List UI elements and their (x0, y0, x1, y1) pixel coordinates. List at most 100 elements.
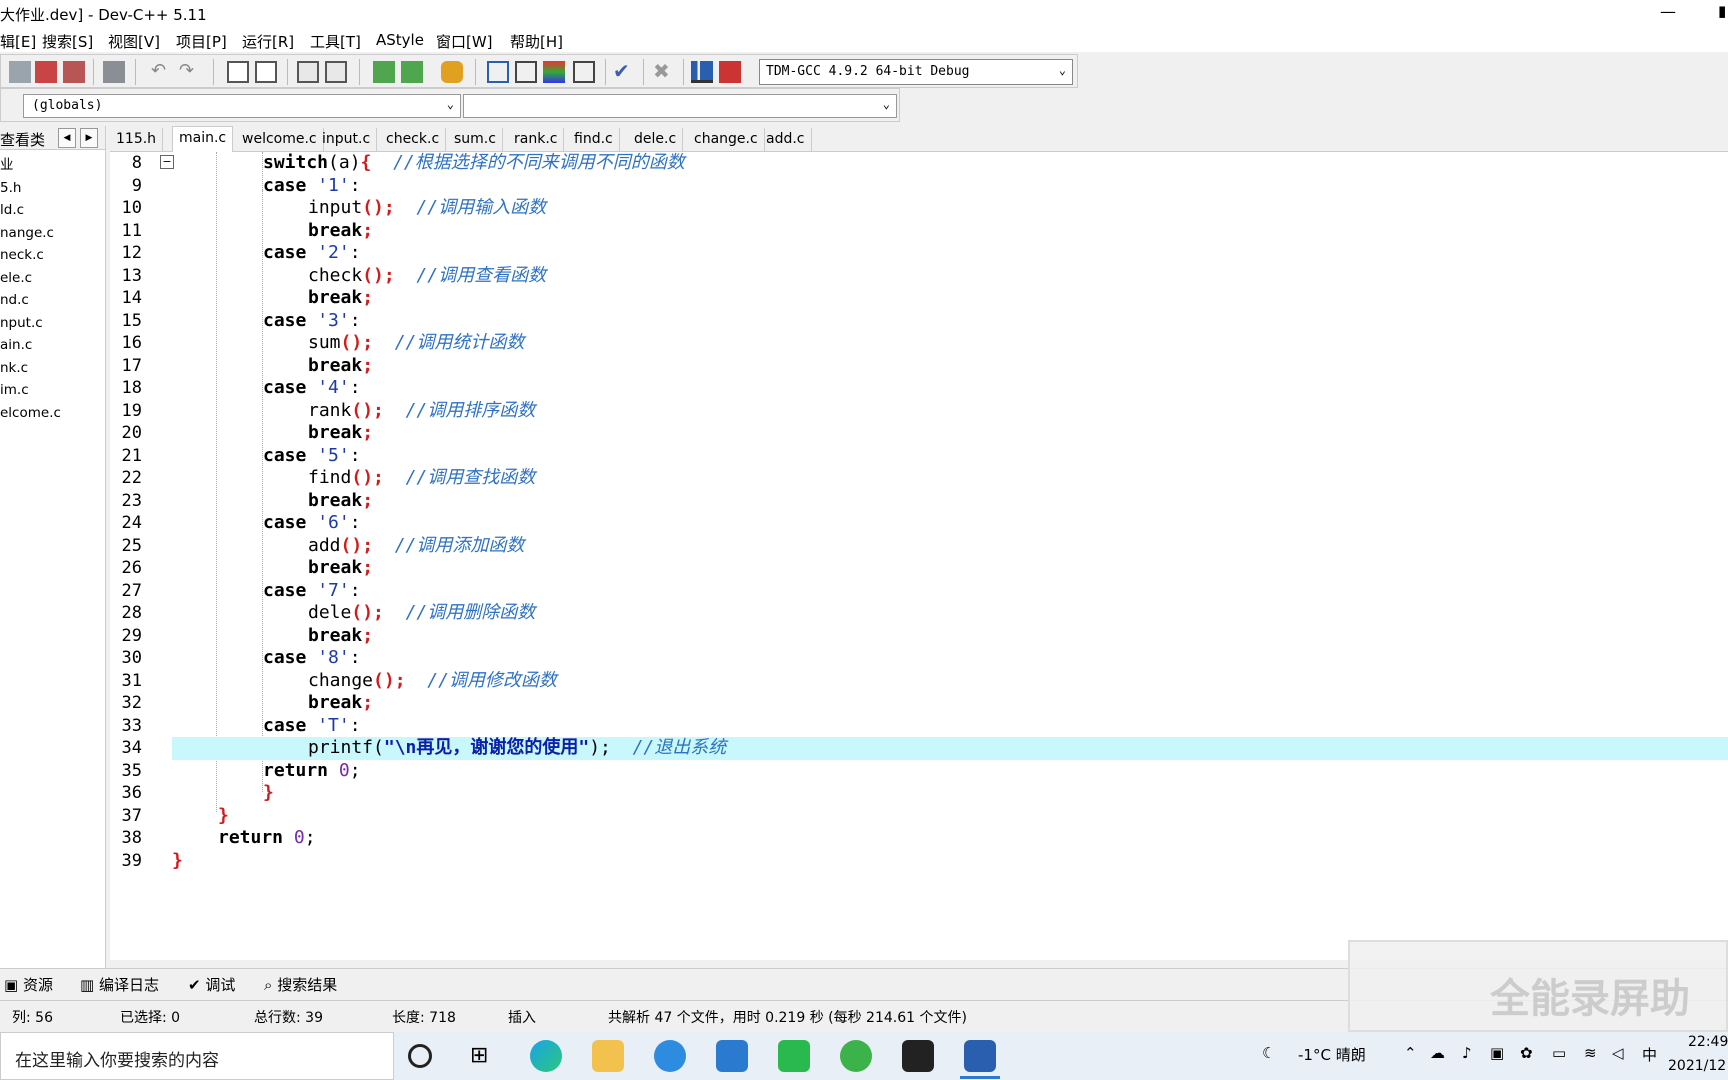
tab-resources[interactable]: ▣ 资源 (4, 974, 53, 995)
remove-from-project-icon[interactable] (401, 61, 423, 83)
menu-tools[interactable]: 工具[T] (310, 31, 361, 52)
tab-prev-button[interactable]: ◀ (58, 128, 76, 148)
edge-icon[interactable] (530, 1040, 562, 1072)
compile-run-icon[interactable] (543, 61, 565, 83)
battery-icon[interactable]: ▭ (1552, 1044, 1566, 1062)
screen-icon[interactable]: ▣ (1490, 1044, 1504, 1062)
menu-run[interactable]: 运行[R] (242, 31, 294, 52)
weather-text[interactable]: -1°C 晴朗 (1298, 1044, 1366, 1065)
cortana-icon[interactable] (408, 1044, 432, 1068)
profile-icon[interactable] (691, 61, 713, 83)
tab-debug[interactable]: ✔ 调试 (188, 974, 235, 995)
menu-astyle[interactable]: AStyle (376, 31, 424, 49)
ime-indicator[interactable]: 中 (1642, 1044, 1657, 1065)
tab-rank-c[interactable]: rank.c (508, 128, 565, 152)
maximize-button[interactable]: ▮ (1718, 2, 1726, 20)
col-value: 56 (35, 1010, 53, 1026)
replace-icon[interactable] (255, 61, 277, 83)
tab-find-c[interactable]: find.c (568, 128, 620, 152)
print-icon[interactable] (103, 61, 125, 83)
project-options-icon[interactable] (441, 61, 463, 83)
window-title: 大作业.dev] - Dev-C++ 5.11 (0, 6, 207, 24)
tab-next-button[interactable]: ▶ (80, 128, 98, 148)
mail-icon[interactable] (716, 1040, 748, 1072)
code-editor[interactable]: 8− switch(a){ //根据选择的不同来调用不同的函数 9 case '… (110, 152, 1728, 960)
menu-project[interactable]: 项目[P] (176, 31, 227, 52)
tree-file[interactable]: neck.c (0, 244, 105, 267)
redo-icon[interactable]: ↷ (179, 61, 201, 83)
tree-file[interactable]: ele.c (0, 267, 105, 290)
clock-time[interactable]: 22:49 (1688, 1034, 1728, 1050)
compiler-value: TDM-GCC 4.9.2 64-bit Debug (766, 64, 970, 79)
sel-value: 0 (171, 1010, 181, 1026)
find-icon[interactable] (227, 61, 249, 83)
tree-file[interactable]: nd.c (0, 289, 105, 312)
tree-file[interactable]: ain.c (0, 334, 105, 357)
members-combo[interactable]: ⌄ (463, 94, 897, 118)
devcpp-icon[interactable] (964, 1040, 996, 1072)
file-explorer-icon[interactable] (592, 1040, 624, 1072)
menu-window[interactable]: 窗口[W] (436, 31, 493, 52)
color-icon[interactable]: ✿ (1520, 1044, 1533, 1062)
save-all-icon[interactable] (9, 61, 31, 83)
tree-file[interactable]: 5.h (0, 177, 105, 200)
tab-welcome-c[interactable]: welcome.c (236, 128, 324, 152)
weather-icon[interactable]: ☾ (1262, 1044, 1275, 1062)
insert-mode: 插入 (508, 1010, 536, 1026)
tree-file[interactable]: nange.c (0, 222, 105, 245)
mic-icon[interactable]: ♪ (1462, 1044, 1472, 1062)
tree-file[interactable]: ld.c (0, 199, 105, 222)
tree-file[interactable]: im.c (0, 379, 105, 402)
tree-file[interactable]: nput.c (0, 312, 105, 335)
fold-icon[interactable]: − (160, 155, 174, 169)
menu-bar: 辑[E] 搜索[S] 视图[V] 项目[P] 运行[R] 工具[T] AStyl… (0, 28, 1728, 52)
ie-icon[interactable] (654, 1040, 686, 1072)
indent-icon[interactable] (297, 61, 319, 83)
rebuild-icon[interactable] (573, 61, 595, 83)
tab-add-c[interactable]: add.c (760, 128, 812, 152)
minimize-button[interactable]: — (1660, 2, 1676, 21)
clock-date[interactable]: 2021/12 (1668, 1058, 1726, 1074)
unindent-icon[interactable] (325, 61, 347, 83)
len-value: 718 (429, 1010, 456, 1026)
check-icon[interactable]: ✔ (613, 61, 635, 83)
tab-main-c[interactable]: main.c (172, 126, 234, 152)
volume-icon[interactable]: ◁ (1612, 1044, 1624, 1062)
active-app-indicator (960, 1076, 1000, 1079)
globals-combo[interactable]: (globals) ⌄ (23, 94, 461, 118)
undo-icon[interactable]: ↶ (151, 61, 173, 83)
close-all-icon[interactable] (63, 61, 85, 83)
tree-file[interactable]: nk.c (0, 357, 105, 380)
tab-search-results[interactable]: ⌕ 搜索结果 (264, 974, 337, 995)
run-icon[interactable] (515, 61, 537, 83)
task-view-icon[interactable]: ⊞ (470, 1040, 502, 1072)
delete-profile-icon[interactable] (719, 61, 741, 83)
store-icon[interactable] (778, 1040, 810, 1072)
onedrive-icon[interactable]: ☁ (1430, 1044, 1445, 1062)
stop-icon[interactable]: ✖ (653, 61, 675, 83)
tab-change-c[interactable]: change.c (688, 128, 765, 152)
menu-view[interactable]: 视图[V] (108, 31, 160, 52)
panel-title: 查看类 (0, 131, 46, 149)
tab-115-h[interactable]: 115.h (110, 128, 164, 152)
tree-file[interactable]: elcome.c (0, 402, 105, 425)
close-icon[interactable] (35, 61, 57, 83)
wifi-icon[interactable]: ≋ (1584, 1044, 1597, 1062)
menu-search[interactable]: 搜索[S] (42, 31, 93, 52)
tab-sum-c[interactable]: sum.c (448, 128, 503, 152)
project-node[interactable]: 业 (0, 154, 105, 177)
chevron-down-icon: ⌄ (446, 97, 454, 111)
menu-help[interactable]: 帮助[H] (510, 31, 563, 52)
tab-input-c[interactable]: input.c (316, 128, 378, 152)
tray-chevron-icon[interactable]: ⌃ (1404, 1044, 1417, 1062)
compiler-select[interactable]: TDM-GCC 4.9.2 64-bit Debug ⌄ (759, 59, 1073, 85)
tab-check-c[interactable]: check.c (380, 128, 447, 152)
wechat-icon[interactable] (840, 1040, 872, 1072)
tab-dele-c[interactable]: dele.c (628, 128, 684, 152)
menu-edit[interactable]: 辑[E] (0, 31, 36, 52)
compile-icon[interactable] (487, 61, 509, 83)
tab-compile-log[interactable]: ▥ 编译日志 (80, 974, 159, 995)
taskbar-search[interactable]: 在这里输入你要搜索的内容 (0, 1032, 394, 1080)
add-to-project-icon[interactable] (373, 61, 395, 83)
recorder-icon[interactable] (902, 1040, 934, 1072)
